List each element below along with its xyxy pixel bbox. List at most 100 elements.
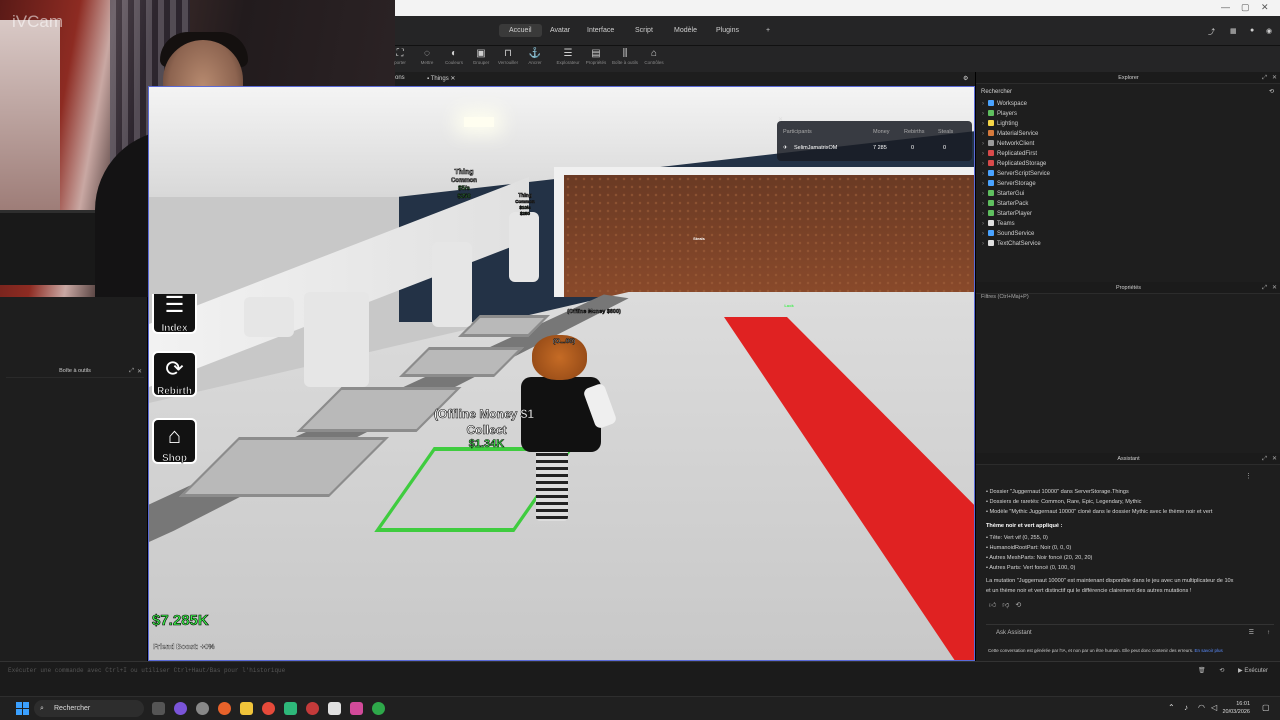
command-run[interactable]: 🗑︎ ⟲ ▶ Exécuter <box>1198 662 1268 680</box>
explorer-item[interactable]: › StarterPack <box>982 199 1028 209</box>
pin-icon[interactable]: ⤢ <box>1262 282 1267 294</box>
explorer-item[interactable]: › Workspace <box>982 99 1027 109</box>
tray-chevron-icon[interactable]: ⌃ <box>1168 703 1175 712</box>
history-icon[interactable]: ⟲ <box>1219 668 1224 674</box>
app-red-icon[interactable] <box>306 702 319 715</box>
roblox-studio-icon[interactable] <box>328 702 341 715</box>
share-icon[interactable]: ⤴ <box>1208 27 1215 37</box>
start-button[interactable] <box>16 702 29 715</box>
app-green-icon[interactable] <box>284 702 297 715</box>
close-leaderboard-icon[interactable]: ✕ <box>778 116 783 123</box>
app-green-round-icon[interactable] <box>372 702 385 715</box>
wifi-icon[interactable]: ◠ <box>1198 703 1205 712</box>
properties-filter-input[interactable]: Filtres (Ctrl+Maj+P) <box>981 294 1029 300</box>
thing1-rarity: Common <box>451 178 478 185</box>
close-panel-icon[interactable]: ✕ <box>1272 453 1277 465</box>
explorer-item[interactable]: › Players <box>982 109 1017 119</box>
explorer-item[interactable]: › SoundService <box>982 229 1034 239</box>
explorer-item[interactable]: › MaterialService <box>982 129 1038 139</box>
explorer-item[interactable]: › ServerStorage <box>982 179 1036 189</box>
profile-icon[interactable]: ◉ <box>1266 27 1272 35</box>
notifications-icon[interactable]: ▢ <box>1262 703 1270 712</box>
thumbs-up-icon[interactable]: 👍︎ <box>989 602 996 609</box>
chrome-icon[interactable] <box>262 702 275 715</box>
maximize-icon[interactable]: ▢ <box>1241 2 1250 13</box>
system-clock[interactable]: 16:01 20/03/2026 <box>1222 700 1250 716</box>
options-icon[interactable]: ☰ <box>1249 625 1254 641</box>
explorer-item[interactable]: › TextChatService <box>982 239 1041 249</box>
doc-tab-things[interactable]: ▪ Things ✕ <box>427 75 455 82</box>
command-bar[interactable]: Exécuter une commande avec Ctrl+I ou uti… <box>0 661 1280 681</box>
left-panel: Boîte à outils ⤢ ✕ <box>0 297 148 661</box>
pin-icon[interactable]: ⤢ <box>1262 453 1267 465</box>
cash-display: $7.285K <box>152 612 209 630</box>
assistant-input[interactable]: Ask Assistant ☰ ↑ <box>986 624 1274 640</box>
close-icon[interactable]: ✕ <box>1261 2 1269 13</box>
close-panel-icon[interactable]: ✕ <box>1272 282 1277 294</box>
send-icon[interactable]: ↑ <box>1267 625 1270 641</box>
tool-controles[interactable]: ⌂ Contrôles <box>641 48 667 65</box>
close-panel-icon[interactable]: ✕ <box>1272 72 1277 84</box>
notification-icon[interactable]: ● <box>1250 27 1254 34</box>
index-button[interactable]: ☰ Index <box>152 292 197 334</box>
firefox-icon[interactable] <box>218 702 231 715</box>
taskbar-search[interactable]: ⌕ Rechercher <box>34 700 144 717</box>
tab-modele[interactable]: Modèle <box>674 27 697 34</box>
learn-more-link[interactable]: En savoir plus <box>1195 648 1223 653</box>
tool-couleurs[interactable]: ◐ Couleurs <box>441 48 467 65</box>
doc-tab-ons[interactable]: ons <box>395 75 405 81</box>
tab-avatar[interactable]: Avatar <box>550 27 570 34</box>
mettre-icon: ◌ <box>424 48 430 59</box>
tool-grouper[interactable]: ▣ Grouper <box>468 48 494 65</box>
explorer-item[interactable]: › Lighting <box>982 119 1018 129</box>
app-pink-icon[interactable] <box>350 702 363 715</box>
close-tab-icon[interactable]: ✕ <box>450 76 455 82</box>
lb-player-name[interactable]: SelimJamatrixOM <box>794 145 837 151</box>
service-icon <box>988 119 994 126</box>
task-view-icon[interactable] <box>152 702 165 715</box>
explorer-item[interactable]: › StarterGui <box>982 189 1024 199</box>
more-options-icon[interactable]: ⋮ <box>1245 472 1252 480</box>
explorer-item[interactable]: › StarterPlayer <box>982 209 1032 219</box>
settings-app-icon[interactable] <box>196 702 209 715</box>
tab-interface[interactable]: Interface <box>587 27 614 34</box>
copilot-icon[interactable] <box>174 702 187 715</box>
explorer-item[interactable]: › NetworkClient <box>982 139 1034 149</box>
minimize-icon[interactable]: — <box>1221 2 1230 12</box>
pin-icon[interactable]: ⤢ <box>129 368 134 375</box>
microphone-icon[interactable]: ♪ <box>1184 703 1188 712</box>
settings-icon[interactable]: ⚙ <box>963 75 968 82</box>
tab-accueil[interactable]: Accueil <box>499 24 542 37</box>
tool-proprietes[interactable]: ▤ Propriétés <box>583 48 609 65</box>
explorer-item-label: MaterialService <box>997 131 1039 137</box>
webcam-label: iVCam <box>12 12 64 31</box>
service-icon <box>988 219 994 226</box>
retry-icon[interactable]: ⟲ <box>1015 602 1021 609</box>
explorer-search-input[interactable]: Rechercher ⟲ <box>981 87 1274 97</box>
explorer-item[interactable]: › ReplicatedFirst <box>982 149 1037 159</box>
pin-icon[interactable]: ⤢ <box>1262 72 1267 84</box>
volume-icon[interactable]: ◁ <box>1211 703 1217 712</box>
tool-verrouiller[interactable]: ⊓ Verrouiller <box>495 48 521 65</box>
game-viewport[interactable]: Thing Common $5/s $250 Thing Common $10/… <box>148 86 975 661</box>
tool-mettre[interactable]: ◌ Mettre <box>414 48 440 65</box>
thumbs-down-icon[interactable]: 👎︎ <box>1002 602 1009 609</box>
rebirth-button[interactable]: ⟳ Rebirth <box>152 351 197 397</box>
tool-porter[interactable]: ⛶ porter <box>387 48 413 65</box>
explorer-item[interactable]: › ReplicatedStorage <box>982 159 1046 169</box>
tool-explorateur[interactable]: ☰ Explorateur <box>555 48 581 65</box>
explorer-item[interactable]: › ServerScriptService <box>982 169 1050 179</box>
collect-label[interactable]: Collect <box>444 423 529 438</box>
file-explorer-icon[interactable] <box>240 702 253 715</box>
tool-ancrer[interactable]: ⚓ Ancrer <box>522 48 548 65</box>
trash-icon[interactable]: 🗑︎ <box>1198 668 1206 674</box>
tab-script[interactable]: Script <box>635 27 653 34</box>
close-panel-icon[interactable]: ✕ <box>137 368 142 375</box>
shop-button[interactable]: ⌂ Shop <box>152 418 197 464</box>
tool-boite-a-outils[interactable]: ⫼ Boîte à outils <box>612 48 638 65</box>
explorer-item[interactable]: › Teams <box>982 219 1015 229</box>
tab-plugins[interactable]: Plugins <box>716 27 739 34</box>
grid-icon[interactable]: ▦ <box>1230 27 1237 35</box>
add-tab-icon[interactable]: + <box>766 27 770 34</box>
refresh-icon[interactable]: ⟲ <box>1269 87 1274 97</box>
